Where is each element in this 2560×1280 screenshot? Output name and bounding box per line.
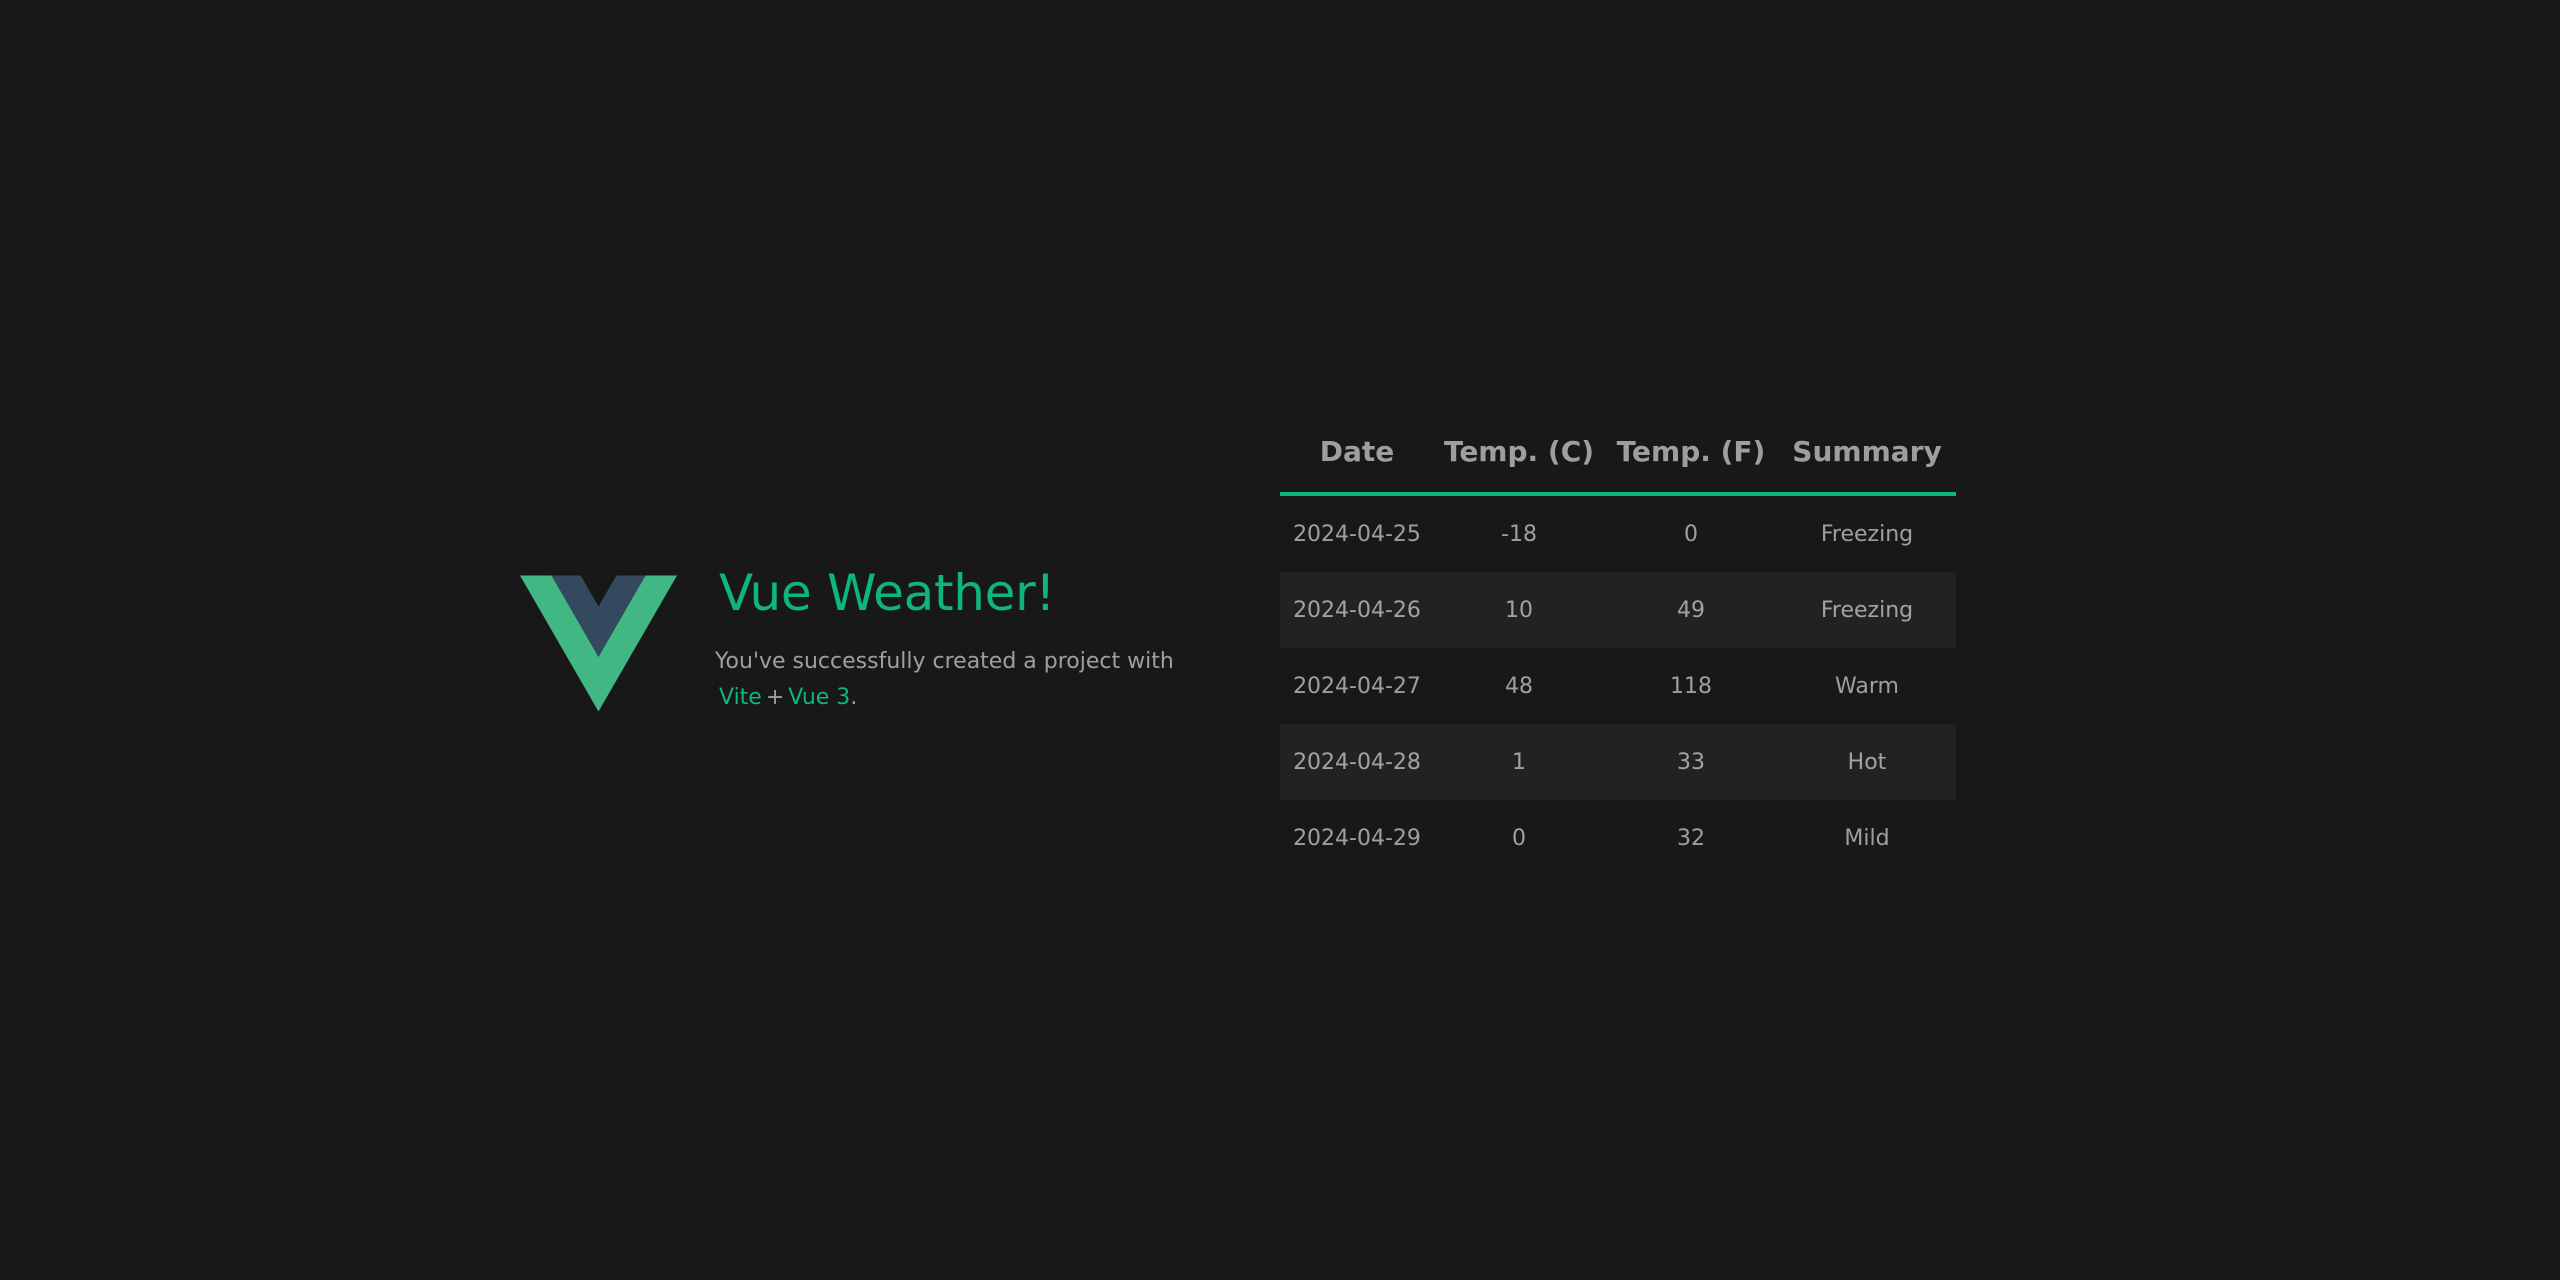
cell-date: 2024-04-25 (1293, 521, 1421, 547)
cell-summary: Freezing (1820, 521, 1914, 547)
weather-table: Date Temp. (C) Temp. (F) Summary 2024-04… (1280, 410, 1956, 876)
vue-link[interactable]: Vue 3 (788, 685, 850, 710)
header-summary: Summary (1778, 410, 1956, 496)
cell-date: 2024-04-27 (1293, 673, 1421, 699)
hero-subtitle: You've successfully created a project wi… (715, 644, 1174, 716)
cell-temp-f: 118 (1670, 673, 1712, 699)
table-row: 2024-04-29 0 32 Mild (1280, 800, 1956, 876)
table-row: 2024-04-26 10 49 Freezing (1280, 572, 1956, 648)
table-row: 2024-04-28 1 33 Hot (1280, 724, 1956, 800)
cell-temp-c: -18 (1501, 521, 1537, 547)
header-date: Date (1280, 410, 1434, 496)
table-row: 2024-04-27 48 118 Warm (1280, 648, 1956, 724)
table-header-row: Date Temp. (C) Temp. (F) Summary (1280, 410, 1956, 496)
vue-logo-icon (520, 575, 677, 711)
hero-section: Vue Weather! You've successfully created… (520, 564, 1174, 716)
plus-text: + (765, 685, 785, 710)
cell-date: 2024-04-28 (1280, 724, 1434, 800)
cell-summary: Mild (1844, 825, 1890, 851)
cell-temp-f: 49 (1604, 572, 1778, 648)
cell-temp-c: 0 (1512, 825, 1526, 851)
vite-link[interactable]: Vite (719, 685, 762, 710)
page-title: Vue Weather! (719, 564, 1056, 622)
cell-temp-f: 33 (1604, 724, 1778, 800)
cell-date: 2024-04-26 (1280, 572, 1434, 648)
cell-temp-f: 32 (1677, 825, 1705, 851)
cell-summary: Hot (1778, 724, 1956, 800)
cell-temp-f: 0 (1684, 521, 1698, 547)
header-temp-c: Temp. (C) (1434, 410, 1604, 496)
cell-summary: Warm (1835, 673, 1899, 699)
cell-temp-c: 10 (1434, 572, 1604, 648)
period-text: . (850, 685, 858, 710)
app-root: Vue Weather! You've successfully created… (0, 0, 2560, 1280)
cell-temp-c: 1 (1434, 724, 1604, 800)
header-temp-f: Temp. (F) (1604, 410, 1778, 496)
cell-date: 2024-04-29 (1293, 825, 1421, 851)
hero-subtitle-text: You've successfully created a project wi… (715, 649, 1174, 674)
table-row: 2024-04-25 -18 0 Freezing (1280, 494, 1956, 572)
cell-summary: Freezing (1778, 572, 1956, 648)
cell-temp-c: 48 (1505, 673, 1533, 699)
hero-text: Vue Weather! You've successfully created… (715, 564, 1174, 716)
